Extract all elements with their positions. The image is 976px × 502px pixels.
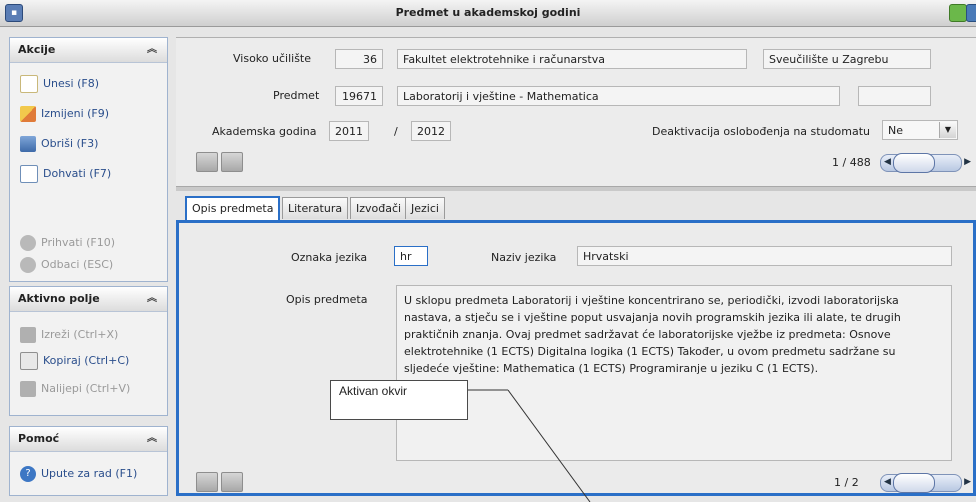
callout-pointer-line [468,389,591,502]
